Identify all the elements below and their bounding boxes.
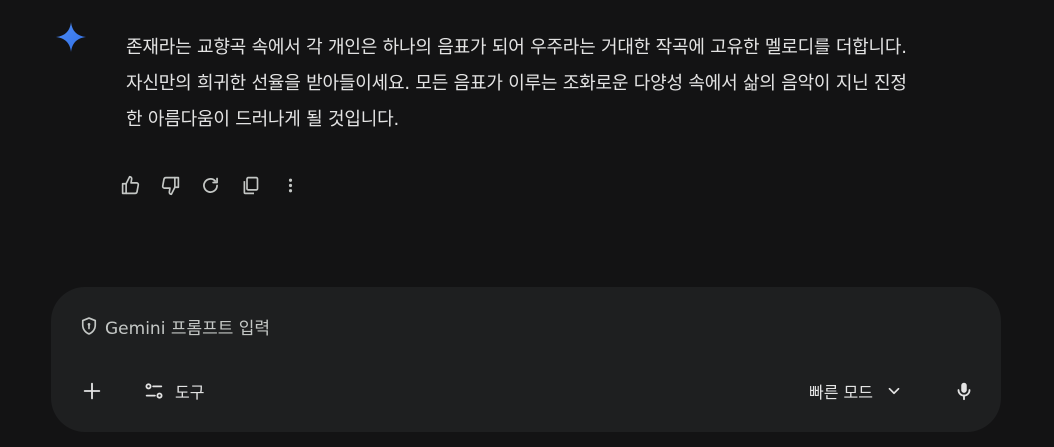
tools-button[interactable]: 도구 <box>137 373 210 409</box>
prompt-placeholder: Gemini 프롬프트 입력 <box>105 318 271 339</box>
more-vert-icon <box>288 178 292 192</box>
plus-icon <box>83 382 101 400</box>
response-actions <box>110 168 310 202</box>
regenerate-button[interactable] <box>190 168 230 202</box>
tune-icon <box>145 383 163 399</box>
thumbs-up-icon <box>121 175 139 194</box>
thumbs-down-button[interactable] <box>150 168 190 202</box>
response-line: 존재라는 교향곡 속에서 각 개인은 하나의 음표가 되어 우주라는 거대한 작… <box>126 37 907 58</box>
prompt-input[interactable]: Gemini 프롬프트 입력 <box>79 312 270 340</box>
copy-button[interactable] <box>230 168 270 202</box>
gemini-sparkle-icon <box>56 22 86 52</box>
composer-toolbar: 도구 빠른 모드 <box>51 373 1001 409</box>
prompt-composer: Gemini 프롬프트 입력 도구 빠른 모드 <box>51 287 1001 432</box>
model-response: 존재라는 교향곡 속에서 각 개인은 하나의 음표가 되어 우주라는 거대한 작… <box>126 30 1026 138</box>
chat-page: 존재라는 교향곡 속에서 각 개인은 하나의 음표가 되어 우주라는 거대한 작… <box>0 0 1054 447</box>
chevron-down-icon <box>888 387 900 395</box>
response-line: 자신만의 희귀한 선율을 받아들이세요. 모든 음표가 이루는 조화로운 다양성… <box>126 73 907 94</box>
thumbs-down-icon <box>161 176 179 195</box>
mode-selector[interactable]: 빠른 모드 <box>803 373 909 409</box>
microphone-button[interactable] <box>947 373 981 409</box>
response-line: 한 아름다움이 드러나게 될 것입니다. <box>126 109 400 130</box>
shield-icon <box>81 317 97 335</box>
more-options-button[interactable] <box>270 168 310 202</box>
microphone-icon <box>957 382 971 401</box>
thumbs-up-button[interactable] <box>110 168 150 202</box>
tools-label: 도구 <box>175 383 205 402</box>
mode-label: 빠른 모드 <box>809 383 873 402</box>
copy-icon <box>243 176 258 194</box>
add-attachment-button[interactable] <box>75 373 109 409</box>
regenerate-icon <box>202 177 218 193</box>
